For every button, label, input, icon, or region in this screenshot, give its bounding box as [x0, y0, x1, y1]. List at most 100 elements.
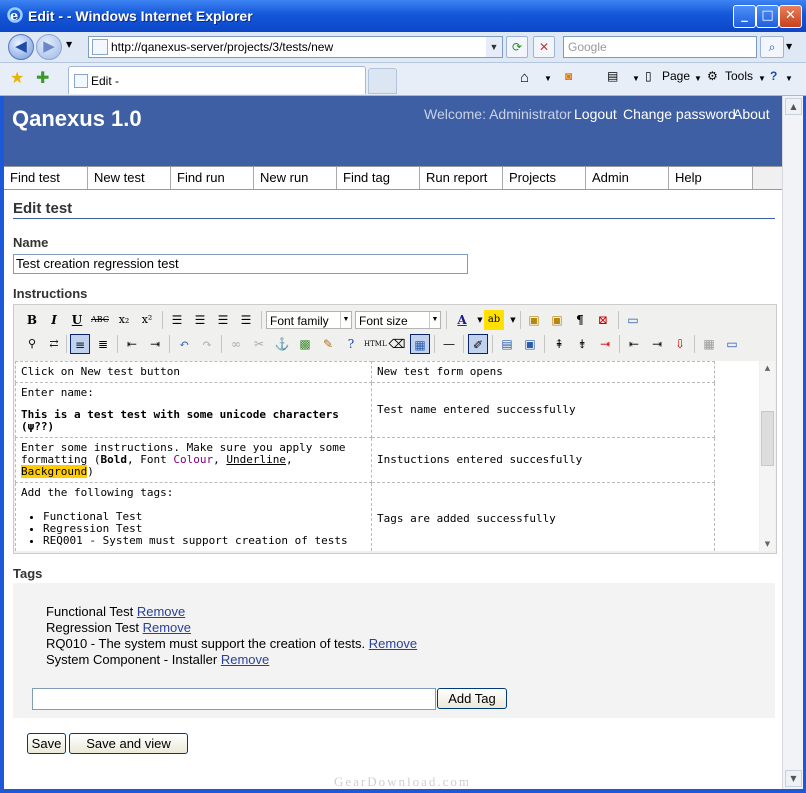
insert-row-before-icon[interactable]: ⇞ [549, 334, 569, 354]
menu-new-test[interactable]: New test [88, 167, 171, 189]
stop-button[interactable]: ✕ [533, 36, 555, 58]
table-icon[interactable]: ▦ [410, 334, 430, 354]
remove-tag-link[interactable]: Remove [137, 604, 185, 619]
help-icon[interactable]: ? [770, 69, 777, 83]
fullscreen-icon[interactable]: ▭ [623, 310, 643, 330]
replace-icon[interactable]: ⇄ [44, 334, 64, 354]
scroll-up-icon[interactable]: ▲ [785, 98, 802, 115]
bullet-list-icon[interactable]: ≡ [70, 334, 90, 354]
menu-run-report[interactable]: Run report [420, 167, 503, 189]
result-cell[interactable]: New test form opens [371, 361, 715, 383]
print-dropdown-icon[interactable]: ▼ [632, 74, 640, 83]
add-favorite-icon[interactable]: ✚ [36, 68, 49, 87]
tools-menu[interactable]: Tools [725, 69, 753, 83]
split-cells-icon[interactable]: ▦ [699, 334, 719, 354]
page-dropdown-icon[interactable]: ▼ [694, 74, 702, 83]
home-dropdown-icon[interactable]: ▼ [544, 74, 552, 83]
close-button[interactable]: ✕ [779, 5, 802, 28]
new-tab-button[interactable] [368, 68, 397, 94]
editor-scroll-thumb[interactable] [761, 411, 774, 466]
forward-button[interactable]: ▶ [36, 34, 62, 60]
search-input[interactable]: Google [563, 36, 757, 58]
find-icon[interactable]: ⚲ [22, 334, 42, 354]
italic-button[interactable]: I [44, 310, 64, 330]
bold-button[interactable]: B [22, 310, 42, 330]
show-blocks-icon[interactable]: ¶ [570, 310, 590, 330]
tab-edit[interactable]: Edit - [68, 66, 366, 94]
search-icon[interactable]: ⌕ [760, 36, 784, 58]
step-cell[interactable]: Add the following tags: Functional Test … [15, 482, 372, 551]
menu-find-test[interactable]: Find test [4, 167, 88, 189]
print-icon[interactable]: ▤ [607, 69, 618, 83]
align-center-icon[interactable]: ☰ [190, 310, 210, 330]
menu-find-tag[interactable]: Find tag [337, 167, 420, 189]
step-cell[interactable]: Enter some instructions. Make sure you a… [15, 437, 372, 483]
anchor-icon[interactable]: ⚓ [272, 334, 292, 354]
merge-cells-icon[interactable]: ▭ [722, 334, 742, 354]
feeds-icon[interactable]: ◙ [565, 69, 572, 83]
help-icon[interactable]: ? [341, 334, 361, 354]
address-dropdown-icon[interactable]: ▼ [486, 37, 502, 57]
menu-new-run[interactable]: New run [254, 167, 337, 189]
logout-link[interactable]: Logout [574, 106, 617, 122]
address-bar[interactable]: http://qanexus-server/projects/3/tests/n… [88, 36, 503, 58]
subscript-button[interactable]: x₂ [114, 310, 134, 330]
tools-dropdown-icon[interactable]: ▼ [758, 74, 766, 83]
table-row-props-icon[interactable]: ▤ [497, 334, 517, 354]
outdent-icon[interactable]: ⇤ [122, 334, 142, 354]
delete-col-icon[interactable]: ⇩ [670, 334, 690, 354]
page-scrollbar[interactable]: ▲ ▼ [782, 96, 803, 789]
paste-text-icon[interactable]: ▣ [547, 310, 567, 330]
insert-col-after-icon[interactable]: ⇥ [647, 334, 667, 354]
editor-content[interactable]: Click on New test button New test form o… [15, 361, 759, 551]
page-menu[interactable]: Page [662, 69, 690, 83]
maximize-button[interactable]: □ [756, 5, 779, 28]
html-source-icon[interactable]: HTML [364, 334, 387, 354]
gear-icon[interactable]: ⚙ [707, 69, 718, 83]
align-right-icon[interactable]: ☰ [213, 310, 233, 330]
favorites-star-icon[interactable]: ★ [10, 68, 24, 87]
remove-tag-link[interactable]: Remove [143, 620, 191, 635]
result-cell[interactable]: Instuctions entered succesfully [371, 437, 715, 483]
align-justify-icon[interactable]: ☰ [236, 310, 256, 330]
indent-icon[interactable]: ⇥ [145, 334, 165, 354]
result-cell[interactable]: Tags are added successfully [371, 482, 715, 551]
font-family-select[interactable]: Font family ▼ [266, 311, 352, 329]
editor-scroll-down-icon[interactable]: ▼ [760, 537, 775, 551]
new-tag-input[interactable] [32, 688, 436, 710]
image-icon[interactable]: ▩ [295, 334, 315, 354]
history-dropdown-icon[interactable]: ▼ [66, 40, 72, 49]
link-icon[interactable]: ∞ [226, 334, 246, 354]
visual-aid-icon[interactable]: ✐ [468, 334, 488, 354]
background-color-icon[interactable]: ab [484, 310, 504, 330]
result-cell[interactable]: Test name entered successfully [371, 382, 715, 438]
change-password-link[interactable]: Change password [623, 106, 736, 122]
help-dropdown-icon[interactable]: ▼ [785, 74, 793, 83]
editor-scrollbar[interactable]: ▲ ▼ [760, 361, 775, 551]
menu-find-run[interactable]: Find run [171, 167, 254, 189]
strikethrough-button[interactable]: ABC [90, 310, 110, 330]
page-menu-icon[interactable]: ▯ [645, 69, 652, 83]
remove-format-icon[interactable]: ⊠ [593, 310, 613, 330]
underline-button[interactable]: U [67, 310, 87, 330]
numbered-list-icon[interactable]: ≣ [93, 334, 113, 354]
add-tag-button[interactable]: Add Tag [437, 688, 507, 709]
paste-icon[interactable]: ▣ [524, 310, 544, 330]
insert-col-before-icon[interactable]: ⇤ [624, 334, 644, 354]
text-color-icon[interactable]: A [452, 310, 472, 330]
editor-scroll-up-icon[interactable]: ▲ [760, 361, 775, 375]
remove-tag-link[interactable]: Remove [221, 652, 269, 667]
unlink-icon[interactable]: ✂ [249, 334, 269, 354]
undo-icon[interactable]: ↶ [174, 334, 194, 354]
step-cell[interactable]: Enter name: This is a test test with som… [15, 382, 372, 438]
delete-row-icon[interactable]: ⇥ [595, 334, 615, 354]
minimize-button[interactable]: _ [733, 5, 756, 28]
superscript-button[interactable]: x² [137, 310, 157, 330]
back-button[interactable]: ◀ [8, 34, 34, 60]
eraser-icon[interactable]: ⌫ [387, 334, 407, 354]
search-options-icon[interactable]: ▼ [786, 42, 792, 51]
align-left-icon[interactable]: ☰ [167, 310, 187, 330]
horizontal-rule-icon[interactable]: — [439, 334, 459, 354]
menu-admin[interactable]: Admin [586, 167, 669, 189]
about-link[interactable]: About [733, 106, 770, 122]
